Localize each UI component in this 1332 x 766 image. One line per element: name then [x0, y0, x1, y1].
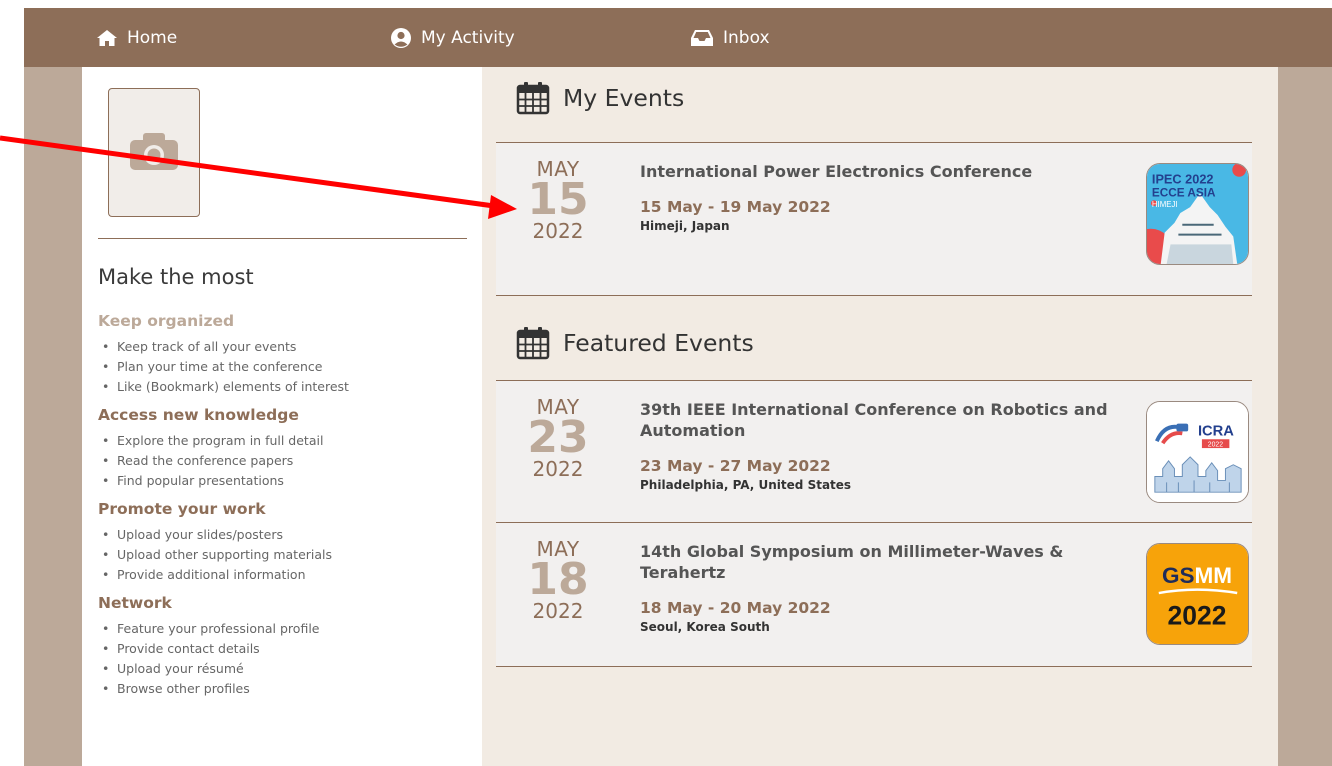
section-title: Keep organized: [98, 312, 235, 330]
logo-text: HIMEJI: [1152, 200, 1178, 209]
event-dates: 15 May - 19 May 2022: [640, 198, 831, 216]
logo-text: GS: [1162, 563, 1195, 588]
home-icon: [97, 29, 117, 46]
event-day: 15: [527, 174, 589, 225]
list-item: Plan your time at the conference: [98, 357, 468, 377]
list-item: Find popular presentations: [98, 471, 468, 491]
event-card[interactable]: MAY 18 2022 14th Global Symposium on Mil…: [496, 523, 1252, 667]
list-item: Feature your professional profile: [98, 619, 468, 639]
nav-home[interactable]: Home: [96, 8, 177, 67]
page: Home My Activity Inbox Make the most Kee…: [0, 0, 1332, 766]
event-year: 2022: [532, 219, 584, 243]
svg-text:GSMM: GSMM: [1162, 563, 1232, 588]
list-item: Upload your résumé: [98, 659, 468, 679]
list-item: Explore the program in full detail: [98, 431, 468, 451]
event-day: 18: [527, 554, 589, 605]
list-item: Provide additional information: [98, 565, 468, 585]
top-navigation: Home My Activity Inbox: [24, 8, 1332, 67]
event-year: 2022: [532, 599, 584, 623]
event-info: International Power Electronics Conferen…: [640, 161, 1110, 233]
page-background-left: [24, 67, 82, 766]
my-events-header: My Events: [516, 81, 684, 115]
user-circle-icon: [391, 27, 411, 48]
event-title[interactable]: International Power Electronics Conferen…: [640, 161, 1110, 182]
logo-text: 2022: [1168, 600, 1227, 630]
calendar-icon: [516, 82, 550, 115]
logo-text: IPEC 2022: [1152, 172, 1214, 187]
section-list: Upload your slides/posters Upload other …: [98, 525, 468, 585]
section-title: Network: [98, 594, 172, 612]
sidebar: Make the most Keep organized Keep track …: [82, 67, 482, 766]
event-location: Himeji, Japan: [640, 219, 730, 233]
event-day: 23: [527, 412, 589, 463]
nav-activity-label: My Activity: [421, 27, 515, 48]
camera-icon: [130, 133, 178, 170]
section-title: Access new knowledge: [98, 406, 299, 424]
list-item: Upload your slides/posters: [98, 525, 468, 545]
list-item: Like (Bookmark) elements of interest: [98, 377, 468, 397]
event-card[interactable]: MAY 23 2022 39th IEEE International Conf…: [496, 380, 1252, 523]
event-logo-ipec[interactable]: IPEC 2022 ECCE ASIA HIMEJI: [1146, 163, 1249, 265]
list-item: Read the conference papers: [98, 451, 468, 471]
section-promote-work: Promote your work Upload your slides/pos…: [98, 500, 468, 585]
event-location: Philadelphia, PA, United States: [640, 478, 852, 492]
sidebar-title: Make the most: [98, 265, 254, 289]
list-item: Browse other profiles: [98, 679, 468, 699]
event-info: 39th IEEE International Conference on Ro…: [640, 399, 1110, 492]
sidebar-divider: [98, 238, 467, 239]
logo-text: ICRA: [1198, 423, 1234, 439]
event-card[interactable]: MAY 15 2022 International Power Electron…: [496, 142, 1252, 296]
event-date-block: MAY 23 2022: [496, 396, 620, 480]
my-events-title: My Events: [563, 84, 685, 112]
calendar-icon: [516, 327, 550, 360]
event-year: 2022: [532, 457, 584, 481]
section-list: Keep track of all your events Plan your …: [98, 337, 468, 397]
event-logo-gsmm[interactable]: GSMM 2022: [1146, 543, 1249, 645]
section-keep-organized: Keep organized Keep track of all your ev…: [98, 312, 468, 397]
featured-events-header: Featured Events: [516, 326, 754, 360]
nav-my-activity[interactable]: My Activity: [390, 8, 515, 67]
list-item: Keep track of all your events: [98, 337, 468, 357]
featured-events-title: Featured Events: [563, 329, 754, 357]
event-info: 14th Global Symposium on Millimeter-Wave…: [640, 541, 1110, 634]
event-dates: 18 May - 20 May 2022: [640, 599, 831, 617]
event-dates: 23 May - 27 May 2022: [640, 457, 831, 475]
event-title[interactable]: 14th Global Symposium on Millimeter-Wave…: [640, 541, 1110, 583]
inbox-icon: [691, 29, 713, 46]
section-title: Promote your work: [98, 500, 266, 518]
main-content: My Events MAY 15 2022 International Powe…: [482, 67, 1278, 766]
section-access-knowledge: Access new knowledge Explore the program…: [98, 406, 468, 491]
event-title[interactable]: 39th IEEE International Conference on Ro…: [640, 399, 1110, 441]
nav-inbox[interactable]: Inbox: [690, 8, 770, 67]
section-list: Explore the program in full detail Read …: [98, 431, 468, 491]
logo-text: 2022: [1208, 442, 1223, 449]
logo-text: ECCE ASIA: [1152, 186, 1216, 199]
page-background-right: [1278, 67, 1332, 766]
logo-text: MM: [1195, 563, 1233, 588]
section-network: Network Feature your professional profil…: [98, 594, 468, 699]
list-item: Upload other supporting materials: [98, 545, 468, 565]
section-list: Feature your professional profile Provid…: [98, 619, 468, 699]
event-logo-icra[interactable]: ICRA 2022: [1146, 401, 1249, 503]
list-item: Provide contact details: [98, 639, 468, 659]
event-location: Seoul, Korea South: [640, 620, 770, 634]
nav-inbox-label: Inbox: [723, 27, 770, 48]
profile-photo-upload[interactable]: [108, 88, 200, 217]
event-date-block: MAY 18 2022: [496, 538, 620, 622]
sidebar-sections: Keep organized Keep track of all your ev…: [98, 312, 468, 708]
event-date-block: MAY 15 2022: [496, 158, 620, 242]
nav-home-label: Home: [127, 27, 178, 48]
